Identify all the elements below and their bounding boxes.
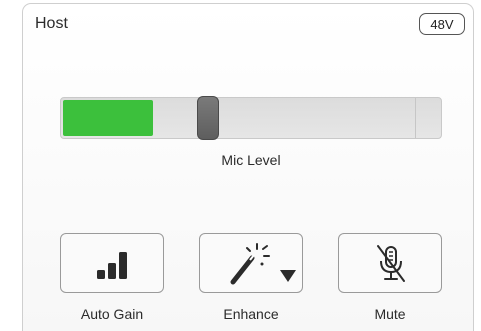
mic-level-slider[interactable]	[60, 96, 442, 140]
mute-label: Mute	[374, 306, 406, 322]
microphone-off-icon	[377, 245, 405, 282]
dropdown-triangle-icon[interactable]	[200, 234, 304, 294]
enhance-label: Enhance	[223, 306, 279, 322]
panel-title: Host	[35, 15, 68, 32]
mute-button[interactable]	[338, 233, 442, 293]
auto-gain-button[interactable]	[60, 233, 164, 293]
signal-bars-icon	[97, 252, 127, 279]
enhance-button[interactable]	[199, 233, 303, 293]
phantom-power-badge[interactable]: 48V	[419, 13, 465, 35]
auto-gain-label: Auto Gain	[80, 306, 144, 322]
mic-level-meter-clip-marker	[415, 98, 416, 138]
mic-level-slider-thumb[interactable]	[197, 96, 219, 140]
mic-level-meter-fill	[63, 100, 153, 136]
mic-level-label: Mic Level	[221, 152, 281, 168]
